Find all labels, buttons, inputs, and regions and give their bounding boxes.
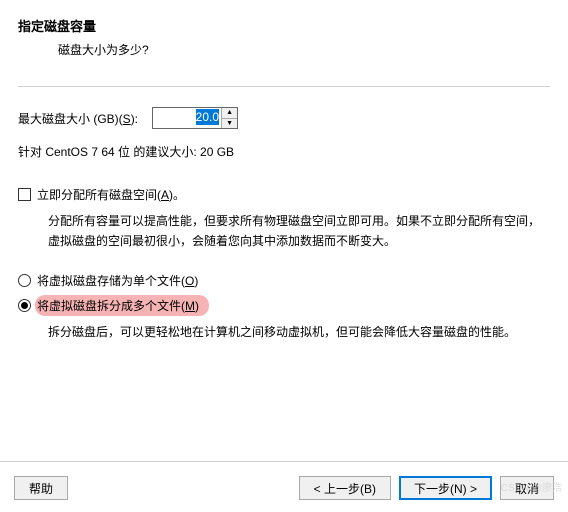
single-file-label[interactable]: 将虚拟磁盘存储为单个文件(O)	[37, 272, 198, 289]
page-title: 指定磁盘容量	[18, 16, 550, 35]
help-button[interactable]: 帮助	[14, 476, 68, 500]
max-disk-size-label: 最大磁盘大小 (GB)(S):	[18, 110, 138, 127]
spinner-down-icon[interactable]: ▼	[222, 119, 237, 129]
split-multiple-radio[interactable]	[18, 299, 31, 312]
single-file-radio[interactable]	[18, 274, 31, 287]
divider-bottom	[0, 461, 568, 462]
divider-top	[18, 86, 550, 87]
spinner-up-icon[interactable]: ▲	[222, 108, 237, 119]
allocate-now-description: 分配所有容量可以提高性能，但要求所有物理磁盘空间立即可用。如果不立即分配所有空间…	[48, 211, 550, 252]
allocate-now-checkbox[interactable]	[18, 188, 31, 201]
allocate-now-label[interactable]: 立即分配所有磁盘空间(A)。	[37, 186, 185, 203]
back-button[interactable]: < 上一步(B)	[299, 476, 391, 500]
split-multiple-description: 拆分磁盘后，可以更轻松地在计算机之间移动虚拟机，但可能会降低大容量磁盘的性能。	[48, 322, 550, 342]
recommended-size-text: 针对 CentOS 7 64 位 的建议大小: 20 GB	[18, 143, 550, 160]
page-subtitle: 磁盘大小为多少?	[58, 41, 550, 58]
split-multiple-label[interactable]: 将虚拟磁盘拆分成多个文件(M)	[37, 297, 199, 314]
next-button[interactable]: 下一步(N) >	[399, 476, 492, 500]
watermark: CSDN @廖浩	[501, 479, 562, 494]
disk-size-input[interactable]: 20.0	[153, 108, 221, 128]
disk-size-spinner[interactable]: 20.0 ▲ ▼	[152, 107, 238, 129]
